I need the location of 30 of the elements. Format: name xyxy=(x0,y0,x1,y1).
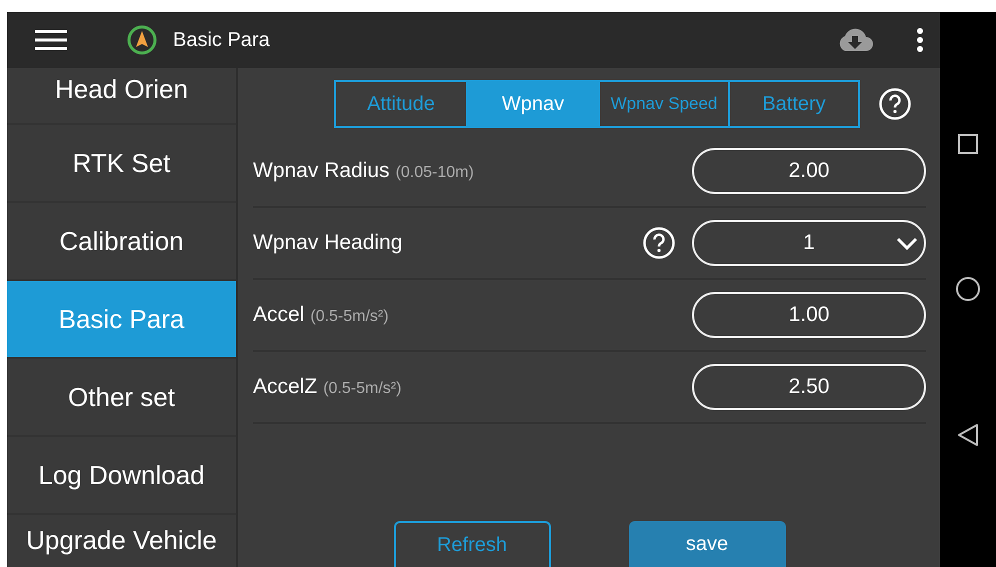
navigation-arrow-logo-icon xyxy=(127,25,157,55)
more-options-icon[interactable] xyxy=(916,27,924,53)
parameter-label: Wpnav Heading xyxy=(253,231,402,254)
range-hint: (0.05-10m) xyxy=(396,164,474,182)
menu-icon[interactable] xyxy=(35,29,67,51)
recent-apps-icon[interactable] xyxy=(957,132,979,154)
home-icon[interactable] xyxy=(955,276,981,302)
sidebar-item[interactable]: Head Orien xyxy=(7,68,236,125)
sidebar-item[interactable]: Other set xyxy=(7,359,236,437)
tab[interactable]: Battery xyxy=(728,82,858,126)
back-icon[interactable] xyxy=(957,422,979,446)
sidebar-item[interactable]: RTK Set xyxy=(7,125,236,203)
tab[interactable]: Wpnav Speed xyxy=(598,82,728,126)
value-field[interactable]: 1.00 xyxy=(692,292,926,338)
value-field[interactable]: 2.00 xyxy=(692,148,926,194)
save-button[interactable]: save xyxy=(628,521,786,567)
parameter-label: AccelZ xyxy=(253,375,318,398)
parameter-label: Accel xyxy=(253,303,304,326)
tab[interactable]: Attitude xyxy=(336,82,466,126)
sidebar-item[interactable]: Log Download xyxy=(7,437,236,515)
range-hint: (0.5-5m/s²) xyxy=(310,308,389,326)
refresh-button[interactable]: Refresh xyxy=(394,521,550,567)
dropdown[interactable]: 1 xyxy=(692,220,926,266)
sidebar-item[interactable]: Upgrade Vehicle xyxy=(7,515,236,566)
value-field[interactable]: 2.50 xyxy=(692,364,926,410)
parameter-label: Wpnav Radius xyxy=(253,159,390,182)
help-icon[interactable] xyxy=(642,226,676,260)
help-icon[interactable] xyxy=(878,87,912,121)
range-hint: (0.5-5m/s²) xyxy=(323,380,402,398)
screen-title: Basic Para xyxy=(173,28,270,53)
